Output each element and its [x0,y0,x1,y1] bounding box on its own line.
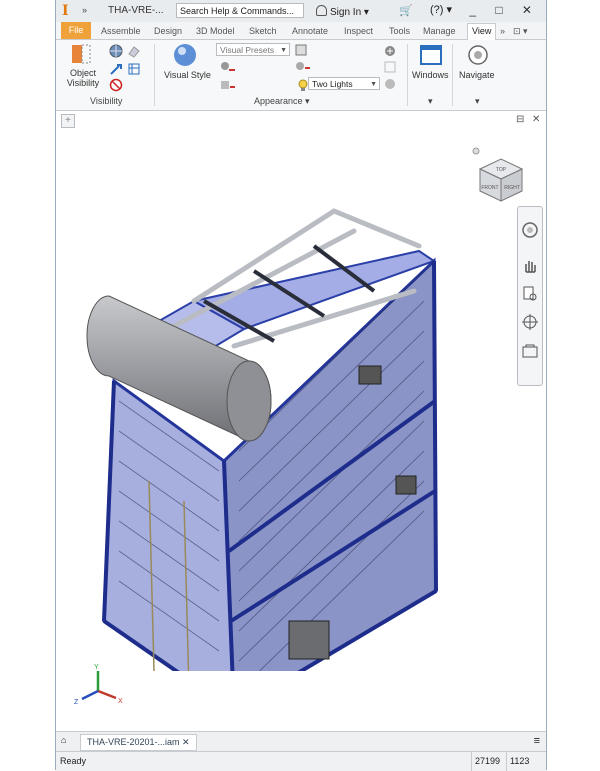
help-search-input[interactable]: Search Help & Commands... [176,3,304,18]
group-separator [154,44,155,106]
tab-tools[interactable]: Tools [389,24,410,38]
home-icon[interactable]: ⌂ [61,735,66,745]
viewcube[interactable]: TOP FRONT RIGHT [470,145,532,203]
junction-box [358,365,382,385]
tab-3d-model[interactable]: 3D Model [196,24,235,38]
document-count: 1123 [506,752,532,771]
tab-file[interactable]: File [61,22,91,39]
navigate-group-chevron[interactable]: ▾ [475,96,480,107]
visibility-group-title: Visibility [90,96,123,106]
svg-text:Y: Y [94,664,99,671]
windows-label[interactable]: Windows [412,70,449,80]
view-settings-icon[interactable] [383,44,399,58]
shadows-icon[interactable] [294,43,310,57]
object-visibility-label[interactable]: Object Visibility [66,68,100,88]
document-tab-bar: ⌂ THA-VRE-20201-...iam ✕ ≡ [56,731,546,751]
look-at-icon[interactable] [521,343,539,361]
windows-icon[interactable] [419,44,443,66]
windows-group-chevron[interactable]: ▾ [428,96,433,107]
tab-view[interactable]: View [467,23,497,40]
tab-inspect[interactable]: Inspect [344,24,373,38]
zoom-icon[interactable] [521,285,539,303]
appearance-group-title: Appearance ▾ [254,96,310,106]
navigate-label[interactable]: Navigate [459,70,495,80]
assembly-model[interactable] [74,151,454,671]
help-button[interactable]: (?) ▾ [430,3,452,16]
ribbon-panel: Object Visibility Visibility Visual Styl… [56,40,546,111]
junction-box [395,475,417,495]
iso-plane-icon[interactable] [127,44,141,58]
document-tab-label: THA-VRE-20201-...iam [87,737,180,747]
viewcube-top-label: TOP [496,167,507,173]
sign-in-label: Sign In [330,7,362,18]
viewcube-right-label: RIGHT [504,185,520,191]
visual-style-label[interactable]: Visual Style [164,70,211,80]
object-visibility-icon[interactable] [70,43,92,65]
tab-manage[interactable]: Manage [423,24,456,38]
ray-tracing-icon[interactable] [219,78,237,92]
visual-presets-dropdown[interactable]: Visual Presets ▼ [216,43,290,56]
control-panel [288,620,330,660]
menu-icon[interactable]: ≡ [534,735,540,747]
cart-icon[interactable]: 🛒 [399,4,413,17]
no-entry-icon[interactable] [109,78,123,92]
steering-wheel-icon[interactable] [521,221,539,239]
help-icon: ? [433,4,440,16]
chevron-down-icon: ▼ [370,81,377,88]
home-icon[interactable] [472,147,480,155]
document-tab[interactable]: THA-VRE-20201-...iam ✕ [80,734,197,751]
material-icon[interactable] [383,77,397,91]
sign-in-button[interactable]: Sign In ▾ [316,5,369,18]
lighting-style-value: Two Lights [312,79,353,89]
restore-view-icon[interactable]: ⊟ [516,114,524,125]
ground-plane-icon[interactable] [219,60,237,74]
tab-overflow-button[interactable]: » [500,24,505,38]
occurrence-count: 27199 [471,752,503,771]
visual-style-icon[interactable] [172,42,198,68]
quick-access-overflow-button[interactable]: » [82,5,87,15]
tab-annotate[interactable]: Annotate [292,24,328,38]
document-title: THA-VRE-... [108,5,164,16]
close-icon[interactable]: ✕ [182,737,190,747]
status-bar: Ready 27199 1123 [56,751,546,771]
status-text: Ready [60,756,87,766]
group-separator [452,44,453,106]
grid-icon[interactable] [127,62,143,76]
reflection-icon[interactable] [294,60,312,74]
iprops-icon[interactable] [109,62,123,76]
pan-hand-icon[interactable] [521,257,539,275]
application-window: I » THA-VRE-... Search Help & Commands..… [55,0,547,771]
close-view-icon[interactable]: ✕ [532,114,540,125]
globe-icon[interactable] [109,44,123,58]
title-bar: I » THA-VRE-... Search Help & Commands..… [56,0,546,23]
svg-text:Z: Z [74,699,79,706]
lighting-style-dropdown[interactable]: Two Lights ▼ [308,77,380,90]
navigation-bar [517,206,543,386]
inventor-logo-icon[interactable]: I [62,3,76,19]
section-icon[interactable] [383,60,397,74]
group-separator [407,44,408,106]
svg-text:X: X [118,698,123,705]
viewcube-front-label: FRONT [481,185,498,191]
help-search-text: Search Help & Commands... [180,6,295,16]
user-icon [316,5,327,16]
coordinate-triad: Y X Z [74,664,123,706]
chevron-down-icon: ▼ [280,47,287,54]
window-controls[interactable]: _ □ ✕ [469,3,540,17]
tab-assemble[interactable]: Assemble [101,24,141,38]
new-tab-plus-icon[interactable]: + [61,114,75,128]
ribbon-options-button[interactable]: ⊡ ▾ [513,24,528,38]
tab-design[interactable]: Design [154,24,182,38]
visual-presets-value: Visual Presets [220,45,275,55]
ribbon-tab-bar: File Assemble Design 3D Model Sketch Ann… [56,22,546,40]
navigate-icon[interactable] [467,44,489,66]
orbit-icon[interactable] [521,313,539,331]
graphics-viewport[interactable]: + ⊟ ✕ TOP FRONT RIGHT Y X Z [56,111,546,731]
tab-sketch[interactable]: Sketch [249,24,277,38]
